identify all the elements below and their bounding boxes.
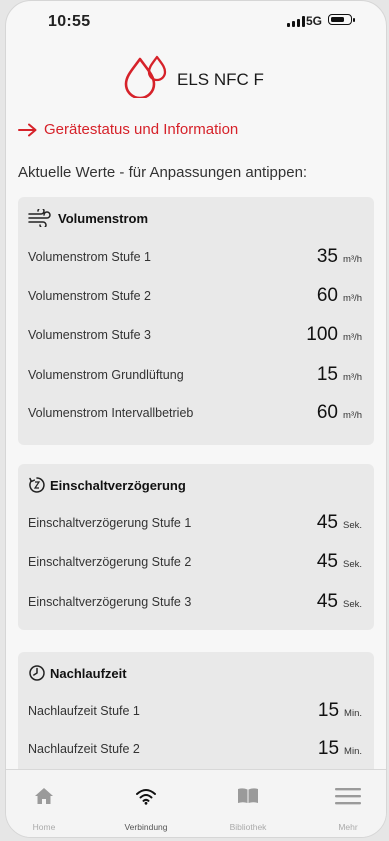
tab-home[interactable]: Home [6,784,89,832]
setting-label: Volumenstrom Intervallbetrieb [28,406,194,420]
card-einschaltverzoegerung: Einschaltverzögerung Einschaltverzögerun… [18,464,374,630]
device-status-link[interactable]: Gerätestatus und Information [18,121,238,138]
setting-label: Volumenstrom Grundlüftung [28,368,184,382]
setting-row[interactable]: Volumenstrom Grundlüftung 15 m³/h [28,363,362,387]
signal-icon [287,16,305,27]
setting-value: 60 [316,402,338,423]
airflow-icon [28,209,51,227]
phone-screen: 10:55 5G ELS NFC F Gerätestatus und Info… [5,0,387,838]
tab-verbindung[interactable]: Verbindung [101,784,191,832]
setting-label: Volumenstrom Stufe 3 [28,328,151,342]
setting-label: Einschaltverzögerung Stufe 2 [28,555,192,569]
status-time: 10:55 [48,13,91,30]
setting-unit: m³/h [343,332,362,343]
card-title: Einschaltverzögerung [28,476,186,494]
setting-label: Einschaltverzögerung Stufe 1 [28,516,192,530]
setting-value: 60 [316,285,338,306]
home-icon [35,788,53,804]
page-title: ELS NFC F [177,70,264,89]
setting-label: Nachlaufzeit Stufe 1 [28,704,140,718]
card-nachlaufzeit: Nachlaufzeit Nachlaufzeit Stufe 1 15 Min.… [18,652,374,782]
wifi-icon [136,789,156,805]
setting-unit: m³/h [343,293,362,304]
setting-unit: Sek. [342,599,362,610]
book-icon [238,788,258,803]
tab-label: Home [32,822,56,832]
setting-label: Nachlaufzeit Stufe 2 [28,742,140,756]
setting-row[interactable]: Nachlaufzeit Stufe 1 15 Min. [28,699,362,723]
setting-unit: Sek. [342,559,362,570]
tab-label: Verbindung [124,822,168,832]
setting-unit: m³/h [343,410,362,421]
setting-unit: m³/h [343,372,362,383]
clock-icon [29,665,45,681]
setting-row[interactable]: Einschaltverzögerung Stufe 3 45 Sek. [28,590,362,614]
setting-label: Volumenstrom Stufe 2 [28,289,151,303]
menu-icon [335,788,361,805]
setting-row[interactable]: Volumenstrom Stufe 3 100 m³/h [28,323,362,347]
setting-row[interactable]: Einschaltverzögerung Stufe 1 45 Sek. [28,511,362,535]
tab-bar: Home Verbindung Bibliothek Mehr [6,769,386,837]
setting-value: 15 [317,700,340,721]
setting-value: 35 [316,246,338,267]
device-status-link-label: Gerätestatus und Information [44,121,239,138]
network-type: 5G [306,14,323,28]
setting-value: 100 [306,324,338,345]
setting-value: 45 [316,551,338,572]
card-title: Volumenstrom [28,209,148,227]
setting-unit: Min. [344,708,362,719]
card-title-label: Einschaltverzögerung [50,477,186,493]
card-title-label: Volumenstrom [58,210,149,226]
card-volumenstrom: Volumenstrom Volumenstrom Stufe 1 35 m³/h… [18,197,374,445]
setting-row[interactable]: Volumenstrom Intervallbetrieb 60 m³/h [28,401,362,425]
card-title: Nachlaufzeit [28,664,127,682]
setting-value: 45 [316,512,338,533]
battery-icon [328,14,355,25]
setting-value: 15 [317,738,340,759]
setting-value: 45 [316,591,338,612]
tab-label: Bibliothek [229,822,267,832]
timer-icon [29,477,45,493]
tab-mehr[interactable]: Mehr [303,784,386,832]
setting-value: 15 [316,364,338,385]
status-bar: 10:55 5G [6,1,386,41]
setting-row[interactable]: Volumenstrom Stufe 2 60 m³/h [28,284,362,308]
card-title-label: Nachlaufzeit [50,665,127,681]
tab-label: Mehr [338,822,358,832]
section-intro: Aktuelle Werte - für Anpassungen antippe… [18,164,308,181]
setting-row[interactable]: Einschaltverzögerung Stufe 2 45 Sek. [28,550,362,574]
setting-row[interactable]: Volumenstrom Stufe 1 35 m³/h [28,245,362,269]
setting-label: Volumenstrom Stufe 1 [28,250,151,264]
arrow-right-icon [18,123,37,136]
tab-bibliothek[interactable]: Bibliothek [203,784,293,832]
setting-unit: Min. [344,746,362,757]
app-header: ELS NFC F [6,51,386,101]
setting-label: Einschaltverzögerung Stufe 3 [28,595,192,609]
setting-unit: m³/h [343,254,362,265]
setting-row[interactable]: Nachlaufzeit Stufe 2 15 Min. [28,737,362,761]
droplet-logo-icon [124,55,167,98]
setting-unit: Sek. [342,520,362,531]
